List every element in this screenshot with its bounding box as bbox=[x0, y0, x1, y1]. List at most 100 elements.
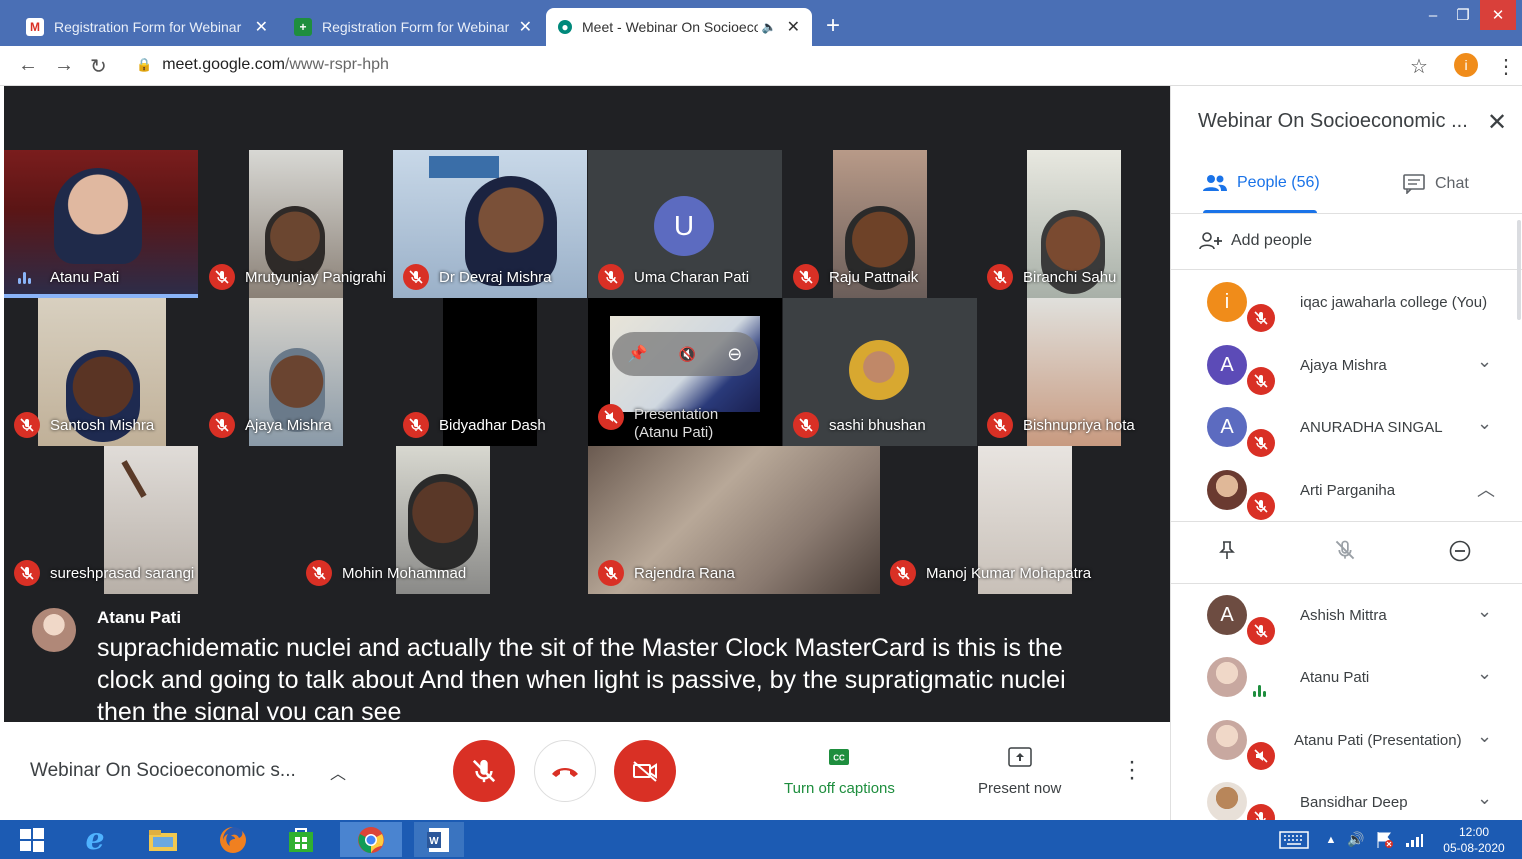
participant-tile[interactable]: Mrutyunjay Panigrahi bbox=[199, 150, 393, 298]
action-center-flag-icon[interactable] bbox=[1372, 822, 1398, 857]
captions-button[interactable]: CC Turn off captions bbox=[784, 744, 895, 797]
profile-avatar[interactable]: i bbox=[1454, 53, 1478, 77]
close-panel-icon[interactable]: ✕ bbox=[1487, 108, 1507, 137]
camera-toggle-button[interactable] bbox=[614, 740, 676, 802]
bookmark-star-icon[interactable]: ☆ bbox=[1410, 54, 1428, 79]
mic-off-icon bbox=[598, 264, 624, 290]
speaker-icon[interactable]: 🔈 bbox=[762, 20, 777, 34]
minimize-button[interactable]: ‒ bbox=[1418, 0, 1448, 30]
participant-photo bbox=[1207, 720, 1247, 760]
browser-tab-3[interactable]: ● Meet - Webinar On Socioeco 🔈 ✕ bbox=[546, 8, 812, 46]
browser-menu-icon[interactable]: ⋮ bbox=[1496, 54, 1516, 79]
word-taskbar-button[interactable]: W bbox=[414, 822, 464, 857]
mic-toggle-button[interactable] bbox=[453, 740, 515, 802]
lock-icon: 🔒 bbox=[136, 57, 153, 72]
participant-row[interactable]: Atanu Pati ⌄ bbox=[1171, 647, 1522, 709]
participant-tile[interactable]: Atanu Pati bbox=[4, 150, 198, 298]
mute-participant-icon[interactable]: 🔇 bbox=[679, 346, 696, 363]
participant-avatar: A bbox=[1207, 345, 1247, 385]
system-clock[interactable]: 12:00 05-08-2020 bbox=[1428, 824, 1520, 856]
participant-tile[interactable]: Rajendra Rana bbox=[588, 446, 880, 594]
participant-tile[interactable]: sashi bhushan bbox=[783, 298, 977, 446]
start-button[interactable] bbox=[14, 822, 50, 857]
present-now-button[interactable]: Present now bbox=[978, 744, 1061, 797]
keyboard-icon[interactable] bbox=[1274, 822, 1314, 857]
participant-row[interactable]: A ANURADHA SINGAL ⌄ bbox=[1171, 397, 1522, 459]
tab-chat[interactable]: Chat bbox=[1403, 174, 1469, 194]
close-tab-icon[interactable]: ✕ bbox=[255, 17, 268, 37]
chevron-down-icon[interactable]: ⌄ bbox=[1477, 351, 1492, 372]
tab-people[interactable]: People (56) bbox=[1203, 174, 1320, 192]
pin-icon[interactable] bbox=[1219, 540, 1235, 565]
speaking-indicator-icon bbox=[1253, 685, 1266, 697]
forms-icon: + bbox=[294, 18, 312, 36]
chevron-up-icon[interactable]: ︿ bbox=[330, 760, 346, 784]
participant-tile[interactable]: Santosh Mishra bbox=[4, 298, 198, 446]
participant-name: Bidyadhar Dash bbox=[439, 417, 546, 434]
participant-name: Ajaya Mishra bbox=[1300, 357, 1387, 374]
chevron-down-icon[interactable]: ⌄ bbox=[1477, 413, 1492, 434]
chevron-down-icon[interactable]: ⌄ bbox=[1477, 601, 1492, 622]
mic-off-icon bbox=[1247, 304, 1275, 332]
forward-arrow-icon[interactable]: → bbox=[54, 54, 74, 77]
windows-logo-icon bbox=[20, 827, 44, 852]
mic-off-icon bbox=[598, 560, 624, 586]
remove-participant-icon[interactable]: ⊖ bbox=[727, 344, 742, 365]
people-panel: Webinar On Socioeconomic ... ✕ People (5… bbox=[1170, 86, 1522, 820]
participant-row[interactable]: Bansidhar Deep ⌄ bbox=[1171, 772, 1522, 820]
participant-row[interactable]: Arti Parganiha ︿ bbox=[1171, 460, 1522, 522]
participant-row[interactable]: Atanu Pati (Presentation) ⌄ bbox=[1171, 710, 1522, 772]
chevron-down-icon[interactable]: ⌄ bbox=[1477, 726, 1492, 747]
participant-row[interactable]: A Ajaya Mishra ⌄ bbox=[1171, 335, 1522, 397]
chrome-taskbar-button[interactable] bbox=[340, 822, 402, 857]
mic-off-icon bbox=[1247, 804, 1275, 820]
participant-row[interactable]: A Ashish Mittra ⌄ bbox=[1171, 585, 1522, 647]
tab-title: Registration Form for Webinar o bbox=[322, 19, 509, 35]
chevron-down-icon[interactable]: ⌄ bbox=[1477, 663, 1492, 684]
participant-name: Bansidhar Deep bbox=[1300, 794, 1408, 811]
reload-icon[interactable]: ↻ bbox=[90, 54, 107, 79]
close-tab-icon[interactable]: ✕ bbox=[787, 17, 800, 37]
participant-tile[interactable]: Mohin Mohammad bbox=[296, 446, 490, 594]
more-options-icon[interactable]: · · · bbox=[1128, 750, 1136, 790]
participant-row[interactable]: i iqac jawaharla college (You) bbox=[1171, 272, 1522, 334]
close-tab-icon[interactable]: ✕ bbox=[519, 17, 532, 37]
mute-participant-icon[interactable] bbox=[1335, 540, 1355, 565]
close-window-button[interactable]: ✕ bbox=[1480, 0, 1516, 30]
restore-button[interactable]: ❐ bbox=[1448, 0, 1478, 30]
url-field[interactable]: 🔒 meet.google.com/www-rspr-hph bbox=[136, 56, 389, 74]
participant-tile[interactable]: Bishnupriya hota bbox=[977, 298, 1171, 446]
browser-tab-strip: M Registration Form for Webinar o ✕ + Re… bbox=[0, 0, 1522, 46]
participant-tile[interactable]: Ajaya Mishra bbox=[199, 298, 393, 446]
file-explorer-icon[interactable] bbox=[140, 822, 186, 857]
back-arrow-icon[interactable]: ← bbox=[18, 54, 38, 77]
mic-off-icon bbox=[1247, 429, 1275, 457]
browser-tab-2[interactable]: + Registration Form for Webinar o ✕ bbox=[282, 8, 544, 46]
add-people-button[interactable]: Add people bbox=[1199, 232, 1312, 250]
show-hidden-icons-icon[interactable]: ▲ bbox=[1322, 822, 1340, 857]
volume-icon[interactable]: 🔊 bbox=[1344, 822, 1368, 857]
participant-tile[interactable]: Bidyadhar Dash bbox=[393, 298, 587, 446]
pin-icon[interactable]: 📌 bbox=[628, 344, 648, 364]
firefox-icon[interactable] bbox=[210, 822, 256, 857]
store-icon[interactable] bbox=[278, 822, 324, 857]
leave-call-button[interactable] bbox=[534, 740, 596, 802]
browser-tab-1[interactable]: M Registration Form for Webinar o ✕ bbox=[14, 8, 280, 46]
participant-tile[interactable]: Biranchi Sahu bbox=[977, 150, 1171, 298]
new-tab-button[interactable]: + bbox=[826, 12, 840, 40]
participant-tile[interactable]: Dr Devraj Mishra bbox=[393, 150, 587, 298]
mic-off-icon bbox=[14, 560, 40, 586]
add-person-icon bbox=[1199, 232, 1222, 250]
network-signal-icon[interactable] bbox=[1402, 822, 1426, 857]
remove-participant-icon[interactable] bbox=[1449, 540, 1471, 567]
chevron-down-icon[interactable]: ⌄ bbox=[1477, 788, 1492, 809]
meeting-title[interactable]: Webinar On Socioeconomic s... bbox=[30, 760, 296, 782]
presentation-tile[interactable]: 📌 🔇 ⊖ Presentation (Atanu Pati) bbox=[588, 298, 782, 446]
participant-tile[interactable]: Raju Pattnaik bbox=[783, 150, 977, 298]
chevron-up-icon[interactable]: ︿ bbox=[1477, 476, 1495, 502]
participant-tile[interactable]: sureshprasad sarangi bbox=[4, 446, 198, 594]
participant-tile[interactable]: Manoj Kumar Mohapatra bbox=[880, 446, 1170, 594]
internet-explorer-icon[interactable]: e bbox=[72, 822, 118, 857]
participant-name: Biranchi Sahu bbox=[1023, 269, 1117, 286]
participant-tile[interactable]: U Uma Charan Pati bbox=[588, 150, 782, 298]
